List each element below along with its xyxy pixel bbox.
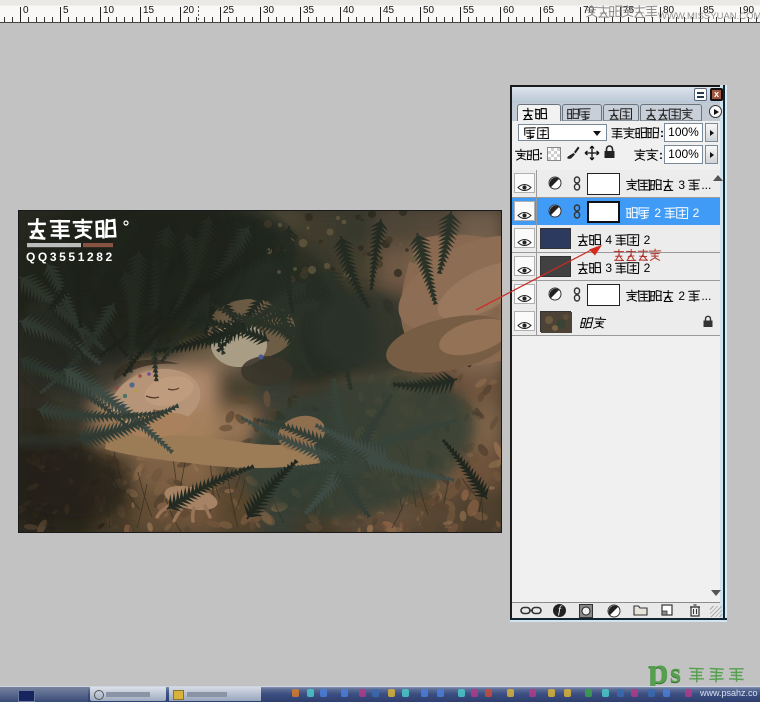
svg-text:QQ3551282: QQ3551282 [26, 250, 115, 264]
